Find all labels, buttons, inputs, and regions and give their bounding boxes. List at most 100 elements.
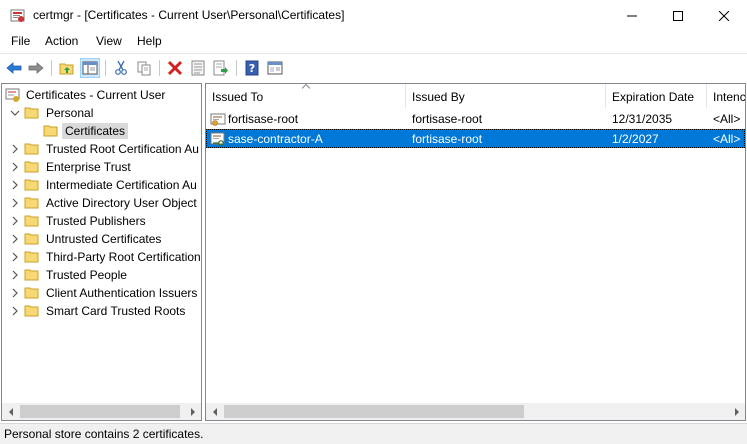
tree-item-store[interactable]: Enterprise Trust bbox=[2, 158, 201, 176]
tree-label: Untrusted Certificates bbox=[46, 232, 162, 246]
back-arrow-icon bbox=[6, 62, 22, 74]
chevron-right-icon[interactable] bbox=[10, 234, 20, 244]
chevron-right-icon bbox=[734, 407, 739, 416]
cell-issued-by: fortisase-root bbox=[412, 112, 483, 126]
certmgr-icon bbox=[10, 9, 25, 22]
tree-label: Active Directory User Object bbox=[46, 196, 197, 210]
tree-horizontal-scrollbar[interactable] bbox=[2, 403, 201, 420]
up-folder-icon bbox=[59, 63, 74, 75]
folder-icon bbox=[24, 233, 39, 245]
tree-item-store[interactable]: Smart Card Trusted Roots bbox=[2, 302, 201, 320]
tree-item-store[interactable]: Third-Party Root Certification bbox=[2, 248, 201, 266]
tree-label: Third-Party Root Certification bbox=[46, 250, 201, 264]
delete-button[interactable] bbox=[165, 58, 185, 78]
folder-icon bbox=[24, 251, 39, 263]
back-button[interactable] bbox=[4, 58, 24, 78]
cell-issued-to: sase-contractor-A bbox=[228, 132, 323, 146]
tree-label: Client Authentication Issuers bbox=[46, 286, 198, 300]
menu-help[interactable]: Help bbox=[137, 34, 162, 48]
certificate-store-icon bbox=[5, 88, 20, 102]
chevron-right-icon[interactable] bbox=[10, 306, 20, 316]
chevron-left-icon bbox=[8, 407, 13, 416]
table-row-selected[interactable]: sase-contractor-A fortisase-root 1/2/202… bbox=[206, 129, 745, 148]
tree-item-store[interactable]: Active Directory User Object bbox=[2, 194, 201, 212]
folder-icon bbox=[24, 287, 39, 299]
tree-item-store[interactable]: Trusted People bbox=[2, 266, 201, 284]
cell-expiration-date: 1/2/2027 bbox=[612, 132, 659, 146]
cut-button[interactable] bbox=[111, 58, 131, 78]
sort-ascending-icon bbox=[302, 84, 310, 89]
certificate-list[interactable]: Issued To Issued By Expiration Date Inte… bbox=[205, 83, 746, 421]
chevron-right-icon[interactable] bbox=[10, 162, 20, 172]
console-window-button[interactable] bbox=[265, 58, 285, 78]
folder-icon bbox=[24, 179, 39, 191]
chevron-right-icon[interactable] bbox=[10, 216, 20, 226]
tree-item-personal[interactable]: Personal bbox=[2, 104, 201, 122]
chevron-right-icon[interactable] bbox=[10, 180, 20, 190]
scroll-right-button[interactable] bbox=[728, 403, 745, 420]
tree-item-store[interactable]: Client Authentication Issuers bbox=[2, 284, 201, 302]
menu-view[interactable]: View bbox=[96, 34, 122, 48]
cell-issued-to: fortisase-root bbox=[228, 112, 299, 126]
column-label: Issued To bbox=[212, 90, 264, 104]
scroll-thumb[interactable] bbox=[224, 405, 524, 418]
table-row[interactable]: fortisase-root fortisase-root 12/31/2035… bbox=[206, 110, 745, 129]
tree-label: Smart Card Trusted Roots bbox=[46, 304, 186, 318]
maximize-icon bbox=[673, 10, 683, 21]
scroll-left-button[interactable] bbox=[2, 403, 19, 420]
cell-issued-by: fortisase-root bbox=[412, 132, 483, 146]
cell-expiration-date: 12/31/2035 bbox=[612, 112, 673, 126]
console-window-icon bbox=[267, 61, 283, 75]
scroll-thumb[interactable] bbox=[20, 405, 180, 418]
cell-intended-purposes: <All> bbox=[713, 132, 741, 146]
close-icon bbox=[719, 10, 729, 21]
column-label: Expiration Date bbox=[612, 90, 695, 104]
help-icon: ? bbox=[245, 60, 259, 76]
copy-button[interactable] bbox=[134, 58, 154, 78]
status-bar: Personal store contains 2 certificates. bbox=[0, 423, 747, 444]
up-one-level-button[interactable] bbox=[57, 58, 77, 78]
tree-label: Certificates - Current User bbox=[26, 88, 166, 102]
svg-text:?: ? bbox=[249, 62, 255, 75]
tree-item-root[interactable]: Certificates - Current User bbox=[2, 86, 201, 104]
chevron-right-icon[interactable] bbox=[10, 198, 20, 208]
chevron-down-icon[interactable] bbox=[10, 108, 20, 118]
column-header-issued-by[interactable]: Issued By bbox=[406, 84, 606, 108]
chevron-right-icon[interactable] bbox=[10, 252, 20, 262]
chevron-right-icon[interactable] bbox=[10, 270, 20, 280]
chevron-right-icon[interactable] bbox=[10, 288, 20, 298]
help-button[interactable]: ? bbox=[242, 58, 262, 78]
column-header-intended-purposes[interactable]: Intenc bbox=[707, 84, 745, 108]
column-header-issued-to[interactable]: Issued To bbox=[206, 84, 406, 108]
show-hide-tree-button[interactable] bbox=[80, 58, 100, 78]
scroll-left-button[interactable] bbox=[206, 403, 223, 420]
toolbar: ? bbox=[0, 53, 747, 81]
folder-icon bbox=[43, 125, 58, 137]
list-horizontal-scrollbar[interactable] bbox=[206, 403, 745, 420]
properties-icon bbox=[191, 60, 205, 76]
column-header-expiration-date[interactable]: Expiration Date bbox=[606, 84, 707, 108]
tree-item-store[interactable]: Trusted Publishers bbox=[2, 212, 201, 230]
forward-button[interactable] bbox=[26, 58, 46, 78]
menu-action[interactable]: Action bbox=[45, 34, 78, 48]
chevron-right-icon bbox=[190, 407, 195, 416]
properties-button[interactable] bbox=[188, 58, 208, 78]
close-button[interactable] bbox=[701, 0, 747, 31]
chevron-left-icon bbox=[212, 407, 217, 416]
scroll-right-button[interactable] bbox=[184, 403, 201, 420]
toolbar-separator bbox=[51, 60, 52, 76]
folder-icon bbox=[24, 305, 39, 317]
minimize-button[interactable] bbox=[609, 0, 655, 31]
console-tree[interactable]: Certificates - Current User Personal Cer… bbox=[1, 83, 202, 421]
chevron-right-icon[interactable] bbox=[10, 144, 20, 154]
tree-item-store[interactable]: Trusted Root Certification Au bbox=[2, 140, 201, 158]
tree-item-certificates[interactable]: Certificates bbox=[2, 122, 201, 140]
toolbar-separator bbox=[105, 60, 106, 76]
tree-item-store[interactable]: Intermediate Certification Au bbox=[2, 176, 201, 194]
toolbar-separator bbox=[159, 60, 160, 76]
maximize-button[interactable] bbox=[655, 0, 701, 31]
export-list-button[interactable] bbox=[211, 58, 231, 78]
export-list-icon bbox=[213, 60, 228, 76]
tree-item-store[interactable]: Untrusted Certificates bbox=[2, 230, 201, 248]
menu-file[interactable]: File bbox=[11, 34, 30, 48]
